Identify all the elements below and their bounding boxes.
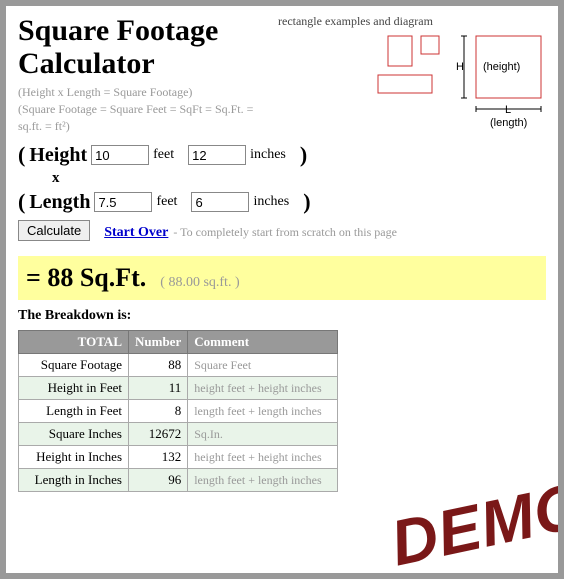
breakdown-table: TOTAL Number Comment Square Footage 88 S… <box>18 330 338 492</box>
table-row: Square Footage 88 Square Feet <box>19 354 338 377</box>
page-title: Square Footage Calculator <box>18 14 268 80</box>
subtitle-line-2: (Square Footage = Square Feet = SqFt = S… <box>18 102 253 133</box>
svg-text:H: H <box>456 61 464 73</box>
table-row: Square Inches 12672 Sq.In. <box>19 423 338 446</box>
height-feet-input[interactable] <box>91 145 149 165</box>
col-total: TOTAL <box>19 331 129 354</box>
height-label: Height <box>29 144 87 167</box>
length-inches-input[interactable] <box>191 192 249 212</box>
length-input-row: ( Length feet inches ) <box>18 189 546 215</box>
table-row: Length in Inches 96 length feet + length… <box>19 469 338 492</box>
feet-label: feet <box>156 194 177 210</box>
svg-text:(length): (length) <box>490 117 527 129</box>
start-over-note: - To completely start from scratch on th… <box>173 225 397 239</box>
table-row: Height in Feet 11 height feet + height i… <box>19 377 338 400</box>
table-row: Height in Inches 132 height feet + heigh… <box>19 446 338 469</box>
col-number: Number <box>129 331 188 354</box>
calculate-button[interactable]: Calculate <box>18 220 90 241</box>
table-row: Length in Feet 8 length feet + length in… <box>19 400 338 423</box>
height-input-row: ( Height feet inches ) <box>18 142 546 168</box>
result-bar: = 88 Sq.Ft. ( 88.00 sq.ft. ) <box>18 256 546 300</box>
subtitle-line-1: (Height x Length = Square Footage) <box>18 85 192 99</box>
rectangle-diagram-icon: H (height) L (length) <box>278 31 548 131</box>
col-comment: Comment <box>188 331 338 354</box>
page-subtitle: (Height x Length = Square Footage) (Squa… <box>18 84 268 134</box>
demo-watermark: DEMO <box>384 467 564 579</box>
svg-text:L: L <box>505 104 511 116</box>
result-main: = 88 Sq.Ft. <box>26 263 146 293</box>
inches-label: inches <box>250 147 286 163</box>
result-sub: ( 88.00 sq.ft. ) <box>160 275 239 291</box>
feet-label: feet <box>153 147 174 163</box>
length-label: Length <box>29 191 90 214</box>
start-over-link[interactable]: Start Over <box>104 225 168 240</box>
inches-label: inches <box>253 194 289 210</box>
svg-text:(height): (height) <box>483 61 520 73</box>
breakdown-title: The Breakdown is: <box>18 308 546 324</box>
length-feet-input[interactable] <box>94 192 152 212</box>
multiply-symbol: x <box>52 170 546 187</box>
diagram-label: rectangle examples and diagram <box>278 14 548 29</box>
height-inches-input[interactable] <box>188 145 246 165</box>
